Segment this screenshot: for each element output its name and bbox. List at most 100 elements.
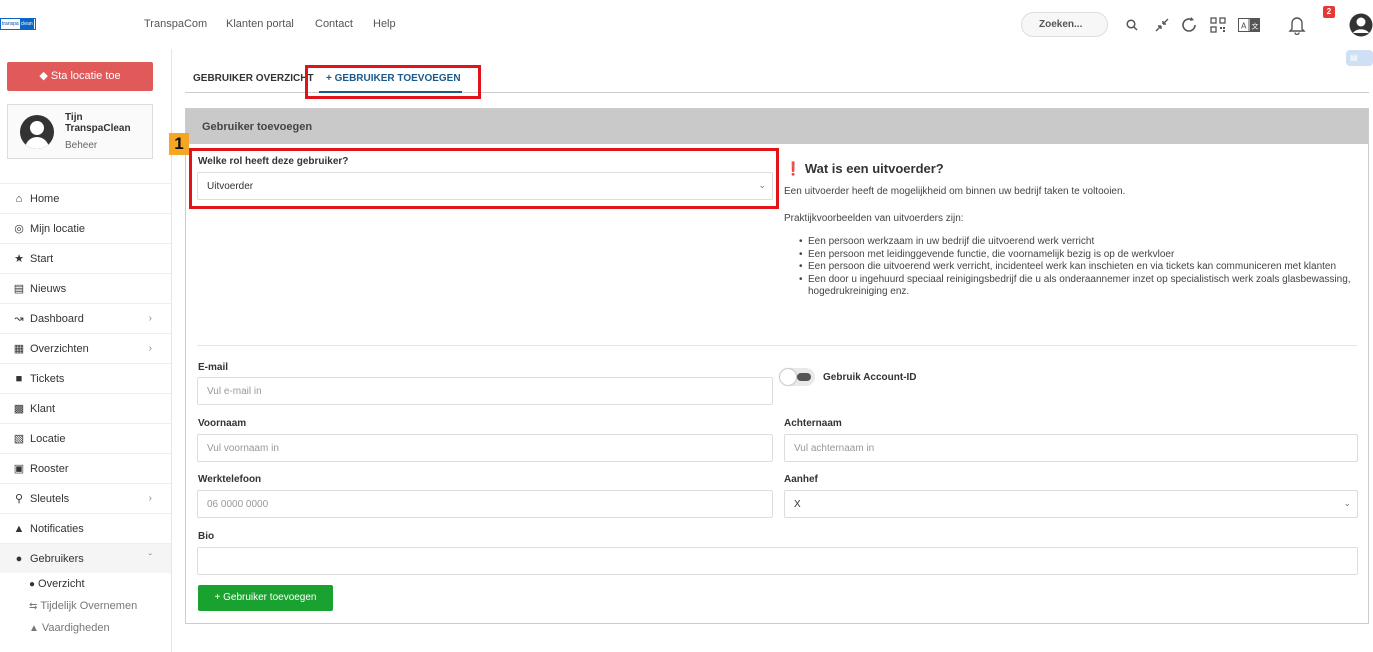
logo-text-highlight: clean	[19, 19, 34, 29]
sidebar-menu: ⌂ Home ◎ Mijn locatie ★ Start ▤ Nieuws ↝ Dash…	[0, 183, 171, 639]
account-id-toggle[interactable]	[779, 368, 815, 386]
location-building-icon: ▧	[13, 433, 25, 445]
sidebar-item-notificaties[interactable]: ▲ Notificaties	[0, 513, 171, 543]
bio-field[interactable]	[197, 547, 1358, 575]
sidebar-item-label: Nieuws	[30, 282, 67, 295]
sidebar-item-home[interactable]: ⌂ Home	[0, 183, 171, 213]
bell-icon[interactable]	[1285, 12, 1309, 38]
list-item: Een persoon die uitvoerend werk verricht…	[796, 261, 1356, 274]
sidebar-item-label: Start	[30, 252, 54, 265]
building-icon: ▩	[13, 403, 25, 415]
email-placeholder: Vul e-mail in	[207, 386, 262, 397]
exchange-icon: ⇆	[29, 600, 38, 612]
profile-role: Beheer	[65, 140, 98, 151]
sidebar-item-label: Gebruikers	[30, 552, 84, 565]
location-arrow-icon: ◆	[39, 70, 48, 82]
sidebar-item-dashboard[interactable]: ↝ Dashboard ›	[0, 303, 171, 333]
sidebar-item-tickets[interactable]: ■ Tickets	[0, 363, 171, 393]
sidebar: ◆ Sta locatie toe Tijn TranspaClean Behe…	[0, 49, 172, 652]
add-user-button[interactable]: + Gebruiker toevoegen	[198, 585, 333, 611]
sidebar-item-rooster[interactable]: ▣ Rooster	[0, 453, 171, 483]
salutation-label: Aanhef	[784, 474, 818, 485]
profile-company: TranspaClean	[65, 123, 131, 134]
bell-icon: ▲	[13, 522, 25, 535]
nav-contact[interactable]: Contact	[315, 18, 353, 30]
search-input[interactable]: Zoeken...	[1021, 12, 1108, 37]
refresh-icon[interactable]	[1177, 12, 1201, 38]
info-examples-heading: Praktijkvoorbeelden van uitvoerders zijn…	[784, 213, 964, 224]
sidebar-item-mijn-locatie[interactable]: ◎ Mijn locatie	[0, 213, 171, 243]
step-badge: 1	[169, 133, 189, 155]
nav-klanten-portal[interactable]: Klanten portal	[226, 18, 294, 30]
sidebar-item-label: Rooster	[30, 462, 69, 475]
email-field[interactable]: Vul e-mail in	[197, 377, 773, 405]
list-item: Een persoon werkzaam in uw bedrijf die u…	[796, 236, 1356, 249]
role-select[interactable]: Uitvoerder ⌄	[197, 172, 773, 200]
brand-logo[interactable]: transpa clean	[0, 18, 36, 30]
nav-help[interactable]: Help	[373, 18, 396, 30]
list-item: Een door u ingehuurd speciaal reinigings…	[796, 274, 1356, 299]
allow-location-button[interactable]: ◆ Sta locatie toe	[7, 62, 153, 91]
chart-icon: ↝	[14, 313, 24, 325]
user-avatar-icon[interactable]	[1349, 12, 1373, 38]
sidebar-subitem-label: Vaardigheden	[41, 622, 110, 634]
search-placeholder: Zoeken...	[1039, 19, 1083, 30]
info-heading: ❗ Wat is een uitvoerder?	[785, 161, 944, 177]
chevron-down-icon: ⌄	[758, 180, 766, 190]
sidebar-item-label: Sleutels	[30, 492, 70, 505]
nav-transpacom[interactable]: TranspaCom	[144, 18, 207, 30]
user-profile-card[interactable]: Tijn TranspaClean Beheer	[7, 104, 153, 159]
info-title-text: Wat is een uitvoerder?	[804, 161, 944, 176]
translate-icon[interactable]: A文	[1237, 12, 1261, 38]
phone-field[interactable]: 06 0000 0000	[197, 490, 773, 518]
sidebar-item-label: Locatie	[30, 432, 66, 445]
role-label: Welke rol heeft deze gebruiker?	[198, 156, 349, 167]
salutation-select-value: X	[794, 499, 801, 510]
sidebar-item-overzichten[interactable]: ▦ Overzichten ›	[0, 333, 171, 363]
sidebar-item-sleutels[interactable]: ⚲ Sleutels ›	[0, 483, 171, 513]
lastname-field[interactable]: Vul achternaam in	[784, 434, 1358, 462]
calendar-icon: ▣	[13, 463, 25, 475]
sidebar-item-label: Tickets	[30, 372, 65, 385]
sidebar-item-start[interactable]: ★ Start	[0, 243, 171, 273]
firstname-field[interactable]: Vul voornaam in	[197, 434, 773, 462]
notification-badge: 2	[1323, 6, 1335, 18]
sidebar-item-gebruikers[interactable]: ● Gebruikers ˇ	[0, 543, 171, 573]
salutation-select[interactable]: X ⌄	[784, 490, 1358, 518]
star-icon: ★	[14, 253, 24, 265]
sidebar-subitem-overzicht[interactable]: ● Overzicht	[0, 573, 171, 595]
search-icon[interactable]	[1120, 12, 1144, 38]
sidebar-item-locatie[interactable]: ▧ Locatie	[0, 423, 171, 453]
profile-name: Tijn	[65, 112, 83, 123]
sidebar-subitem-label: Tijdelijk Overnemen	[40, 600, 138, 612]
sidebar-subitem-tijdelijk-overnemen[interactable]: ⇆ Tijdelijk Overnemen	[0, 595, 171, 617]
firstname-placeholder: Vul voornaam in	[207, 443, 279, 454]
collapse-icon[interactable]	[1150, 12, 1174, 38]
bio-label: Bio	[198, 531, 215, 542]
svg-text:A: A	[1241, 22, 1247, 31]
sidebar-item-nieuws[interactable]: ▤ Nieuws	[0, 273, 171, 303]
sidebar-item-label: Klant	[30, 402, 56, 415]
chevron-right-icon: ›	[148, 343, 152, 354]
account-id-label: Gebruik Account-ID	[823, 372, 917, 383]
users-icon: ●	[15, 552, 23, 565]
allow-location-label: Sta locatie toe	[50, 70, 121, 82]
lastname-placeholder: Vul achternaam in	[794, 443, 875, 454]
card-title: Gebruiker toevoegen	[186, 109, 1368, 144]
highlight-box-tab	[305, 65, 481, 99]
comment-icon: ■	[15, 372, 23, 385]
sidebar-item-klant[interactable]: ▩ Klant	[0, 393, 171, 423]
sidebar-subitem-vaardigheden[interactable]: ▲ Vaardigheden	[0, 617, 171, 639]
view-toggle-icon[interactable]: ▤	[1346, 50, 1373, 66]
toggle-knob	[780, 369, 796, 385]
phone-placeholder: 06 0000 0000	[207, 499, 269, 510]
role-select-value: Uitvoerder	[207, 181, 254, 192]
file-icon: ▦	[13, 343, 25, 355]
tab-gebruiker-overzicht[interactable]: GEBRUIKER OVERZICHT	[193, 73, 314, 84]
logo-text: transpa	[2, 21, 19, 27]
phone-label: Werktelefoon	[198, 474, 262, 485]
info-circle-icon: ❗	[785, 161, 802, 176]
sidebar-item-label: Overzichten	[30, 342, 89, 355]
sidebar-item-label: Mijn locatie	[30, 222, 86, 235]
qr-code-icon[interactable]	[1206, 12, 1230, 38]
